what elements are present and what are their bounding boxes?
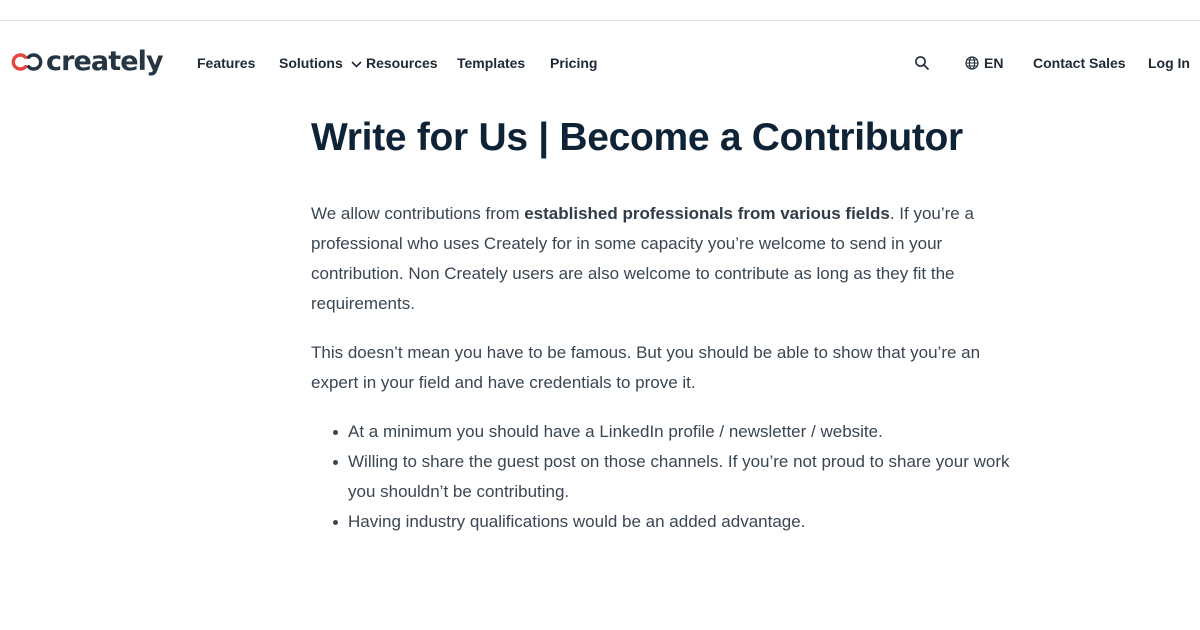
language-selector[interactable]: EN	[965, 44, 1003, 82]
nav-features[interactable]: Features	[197, 44, 255, 82]
top-navigation: creately Features Solutions Resources Te…	[0, 44, 1200, 82]
search-icon	[915, 56, 929, 70]
nav-solutions-label: Solutions	[279, 55, 343, 71]
intro-paragraph: We allow contributions from established …	[311, 199, 1011, 319]
nav-resources[interactable]: Resources	[366, 44, 438, 82]
intro-text-bold: established professionals from various f…	[524, 204, 890, 223]
page-title: Write for Us | Become a Contributor	[311, 116, 963, 159]
contact-sales-link[interactable]: Contact Sales	[1033, 44, 1126, 82]
list-item: Having industry qualifications would be …	[330, 507, 1010, 537]
creately-logo[interactable]: creately	[11, 46, 164, 78]
globe-icon	[965, 56, 979, 70]
search-button[interactable]	[914, 55, 930, 71]
login-link[interactable]: Log In	[1148, 44, 1190, 82]
intro-text-start: We allow contributions from	[311, 204, 525, 223]
creately-logo-mark-icon	[11, 53, 43, 71]
header-divider	[0, 20, 1200, 21]
language-label: EN	[984, 55, 1004, 71]
expertise-paragraph: This doesn’t mean you have to be famous.…	[311, 343, 981, 392]
nav-solutions[interactable]: Solutions	[279, 44, 362, 82]
list-item: At a minimum you should have a LinkedIn …	[330, 417, 1010, 447]
nav-templates[interactable]: Templates	[457, 44, 525, 82]
logo-wordmark: creately	[46, 46, 164, 77]
requirements-list: At a minimum you should have a LinkedIn …	[330, 417, 1010, 537]
nav-pricing[interactable]: Pricing	[550, 44, 597, 82]
chevron-down-icon	[351, 61, 362, 68]
list-item: Willing to share the guest post on those…	[330, 447, 1010, 507]
